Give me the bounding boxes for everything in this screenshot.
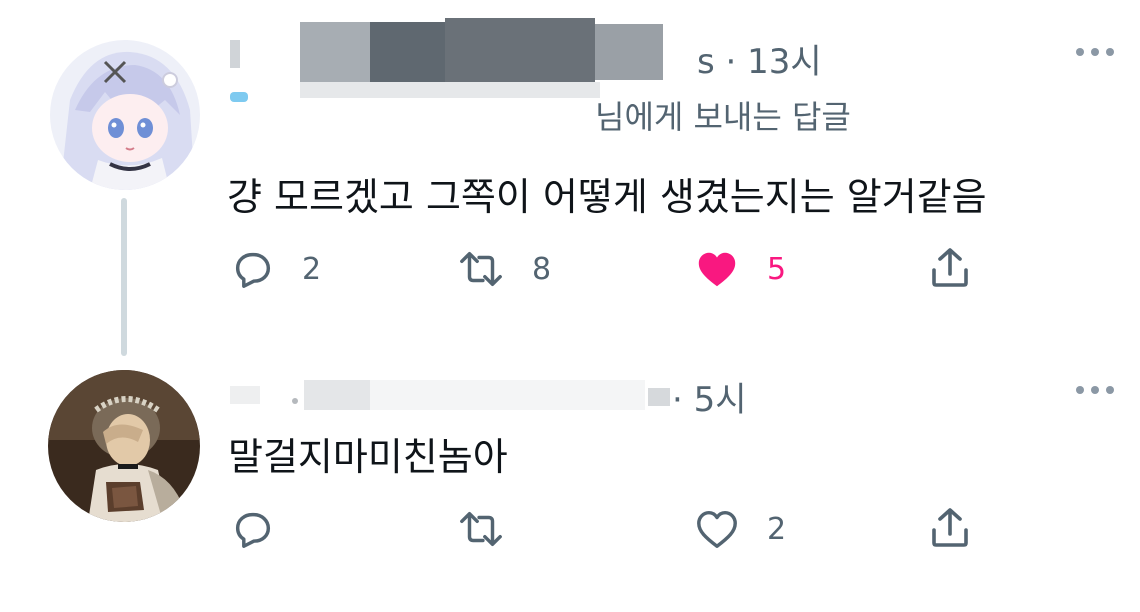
heart-filled-icon bbox=[698, 252, 736, 287]
avatar[interactable] bbox=[48, 370, 200, 522]
reply-to-label: 님에게 보내는 답글 bbox=[595, 98, 851, 136]
tweet-meta: s · 13시 bbox=[697, 42, 822, 82]
like-count: 2 bbox=[767, 511, 787, 547]
reply-button[interactable] bbox=[230, 506, 302, 552]
more-icon bbox=[1076, 386, 1084, 394]
retweet-icon bbox=[460, 251, 502, 287]
share-icon bbox=[932, 248, 968, 287]
share-icon bbox=[932, 508, 968, 547]
reply-icon bbox=[235, 512, 271, 548]
reply-button[interactable]: 2 bbox=[230, 246, 321, 292]
avatar-painting bbox=[48, 370, 200, 522]
tweet-meta: · 5시 bbox=[672, 380, 747, 420]
retweet-icon bbox=[460, 511, 502, 547]
like-count: 5 bbox=[767, 251, 787, 287]
share-button[interactable] bbox=[926, 244, 974, 292]
more-button[interactable] bbox=[1076, 48, 1114, 56]
reply-count: 2 bbox=[302, 251, 322, 287]
heart-outline-icon bbox=[697, 510, 737, 548]
like-button[interactable]: 2 bbox=[693, 506, 786, 552]
retweet-button[interactable] bbox=[456, 506, 532, 552]
tweet-text: 말걸지마미친놈아 bbox=[228, 435, 508, 479]
more-button[interactable] bbox=[1076, 386, 1114, 394]
avatar-illustration bbox=[50, 40, 200, 190]
avatar[interactable] bbox=[50, 40, 200, 190]
more-icon bbox=[1076, 48, 1084, 56]
like-button[interactable]: 5 bbox=[693, 246, 786, 292]
reply-icon bbox=[235, 252, 271, 288]
thread-line bbox=[121, 198, 127, 356]
share-button[interactable] bbox=[926, 504, 974, 552]
tweet-text: 걍 모르겠고 그쪽이 어떻게 생겼는지는 알거같음 bbox=[227, 175, 987, 219]
retweet-count: 8 bbox=[532, 251, 552, 287]
retweet-button[interactable]: 8 bbox=[456, 246, 551, 292]
